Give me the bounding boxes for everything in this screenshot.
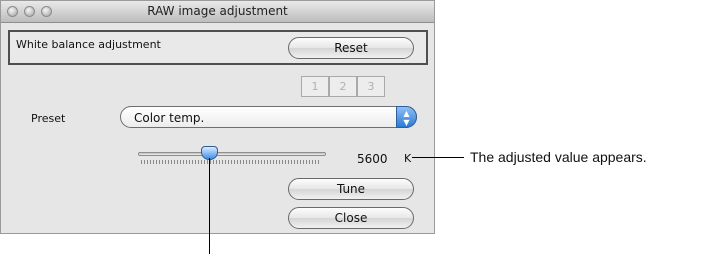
- tune-button[interactable]: Tune: [288, 178, 414, 200]
- close-button[interactable]: Close: [288, 207, 414, 229]
- reset-button[interactable]: Reset: [288, 37, 414, 59]
- slider-tick-marks: [141, 160, 321, 164]
- annotation-callout-line: [412, 157, 464, 158]
- window-title: RAW image adjustment: [147, 4, 288, 18]
- preset-selected-value: Color temp.: [134, 111, 205, 125]
- popup-arrows-icon: ▲ ▼: [396, 106, 417, 128]
- preset-slot-3-button[interactable]: 3: [357, 76, 385, 97]
- white-balance-label: White balance adjustment: [16, 38, 161, 51]
- preset-popup[interactable]: Color temp. ▲ ▼: [120, 106, 417, 128]
- preset-slot-2-button[interactable]: 2: [329, 76, 357, 97]
- color-temp-slider-track[interactable]: [138, 152, 326, 156]
- annotation-text: The adjusted value appears.: [470, 149, 647, 165]
- slider-callout-line: [209, 158, 210, 254]
- preset-label: Preset: [31, 112, 66, 125]
- color-temp-value: 5600: [357, 152, 388, 166]
- title-bar: RAW image adjustment: [1, 1, 434, 23]
- color-temp-unit: K: [404, 152, 412, 165]
- raw-image-adjustment-window: RAW image adjustment White balance adjus…: [0, 0, 435, 234]
- preset-slot-1-button[interactable]: 1: [301, 76, 329, 97]
